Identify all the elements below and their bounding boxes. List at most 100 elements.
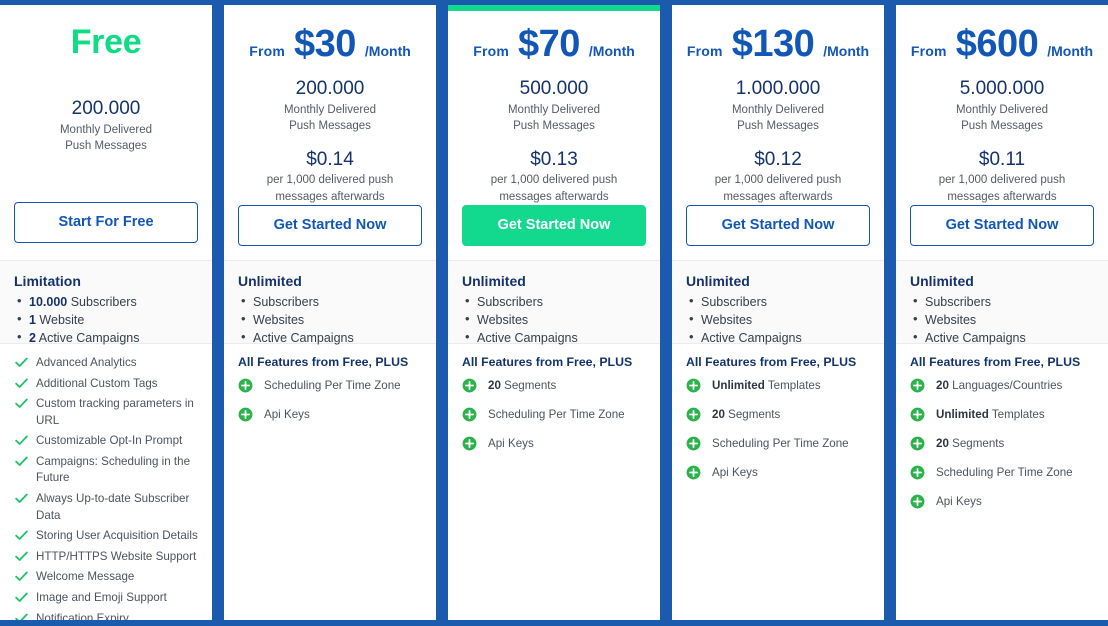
rate-caption-line1: per 1,000 delivered push <box>714 174 842 187</box>
feature-item: 20 Languages/Countries <box>910 378 1094 395</box>
feature-label: Storing User Acquisition Details <box>36 529 198 543</box>
feature-label: Always Up-to-date Subscriber Data <box>36 492 190 522</box>
feature-item: Notification Expiry <box>14 611 198 620</box>
price-period: /Month <box>1047 43 1094 59</box>
pricing-card-plan-30: From $30/Month 200.000 Monthly Delivered Pus… <box>224 5 436 620</box>
price-row: Free <box>14 11 198 83</box>
features-title: All Features from Free, PLUS <box>910 355 1081 369</box>
rate-amount: $0.13 <box>530 148 578 170</box>
limit-item: Active Campaigns <box>686 328 870 347</box>
feature-item: Advanced Analytics <box>14 355 198 372</box>
feature-item: Custom tracking parameters in URL <box>14 396 198 429</box>
feature-label: Image and Emoji Support <box>36 590 167 604</box>
features-list: 20 Languages/Countries Unlimited Template… <box>910 378 1094 511</box>
feature-label: Additional Custom Tags <box>36 376 158 390</box>
cta-holder: Start For Free <box>14 202 198 260</box>
price-from-label: From <box>249 43 286 59</box>
plus-circle-icon <box>686 378 701 393</box>
feature-item: 20 Segments <box>686 407 870 424</box>
quota-caption-line1: Monthly Delivered <box>731 103 825 116</box>
feature-label: 20 Segments <box>488 379 557 393</box>
feature-item: Scheduling Per Time Zone <box>910 465 1094 482</box>
card-header: Free 200.000 Monthly Delivered Push Message… <box>0 11 212 260</box>
price-row: From $70/Month <box>462 11 646 63</box>
pricing-card-plan-130: From $130/Month 1.000.000 Monthly Delivered… <box>672 5 884 620</box>
feature-label: Scheduling Per Time Zone <box>712 437 849 451</box>
feature-label: Api Keys <box>264 408 310 422</box>
limit-item: Active Campaigns <box>910 328 1094 347</box>
cta-button-plan-30[interactable]: Get Started Now <box>238 205 422 247</box>
features-section: All Features from Free, PLUS 20 Languages… <box>896 344 1108 620</box>
message-quota: 500.000 Monthly Delivered Push Messages <box>462 77 646 135</box>
feature-item: Api Keys <box>910 494 1094 511</box>
feature-label: 20 Segments <box>936 437 1005 451</box>
feature-item: Additional Custom Tags <box>14 376 198 393</box>
cta-button-plan-130[interactable]: Get Started Now <box>686 205 870 247</box>
cta-button-free[interactable]: Start For Free <box>14 202 198 243</box>
price-amount: $600 <box>955 23 1039 65</box>
feature-label: Scheduling Per Time Zone <box>488 408 625 422</box>
limits-title: Unlimited <box>238 273 302 289</box>
plus-circle-icon <box>910 407 925 422</box>
plus-circle-icon <box>686 407 701 422</box>
price-amount: $30 <box>294 23 356 65</box>
features-list: Scheduling Per Time Zone Api Keys <box>238 378 422 424</box>
rate-amount: $0.14 <box>306 148 354 170</box>
rate-caption-line1: per 1,000 delivered push <box>490 174 618 187</box>
quota-number: 200.000 <box>295 78 365 99</box>
cta-button-plan-600[interactable]: Get Started Now <box>910 205 1094 247</box>
pricing-card-free: Free 200.000 Monthly Delivered Push Message… <box>0 5 212 620</box>
check-icon <box>15 571 28 582</box>
cta-holder: Get Started Now <box>238 205 422 263</box>
feature-item: Customizable Opt-In Prompt <box>14 433 198 450</box>
limit-item: Active Campaigns <box>462 328 646 347</box>
limit-item: 2 Active Campaigns <box>14 328 198 347</box>
plus-circle-icon <box>910 378 925 393</box>
overage-rate: $0.13 per 1,000 delivered push messages af… <box>462 148 646 206</box>
feature-label: Unlimited Templates <box>936 408 1045 422</box>
plus-circle-icon <box>238 378 253 393</box>
message-quota: 200.000 Monthly Delivered Push Messages <box>14 97 198 155</box>
limit-item: 10.000 Subscribers <box>14 292 198 311</box>
features-list: Unlimited Templates 20 Segments Scheduling… <box>686 378 870 482</box>
cta-holder: Get Started Now <box>686 205 870 263</box>
plus-circle-icon <box>462 436 477 451</box>
check-icon <box>15 551 28 562</box>
rate-caption-line2: messages afterwards <box>275 190 385 203</box>
feature-item: Scheduling Per Time Zone <box>686 436 870 453</box>
limits-section: Unlimited SubscribersWebsitesActive Campa… <box>896 260 1108 347</box>
limit-item: Subscribers <box>910 292 1094 311</box>
limits-list: SubscribersWebsitesActive Campaigns <box>686 292 870 347</box>
limits-title: Unlimited <box>462 273 526 289</box>
cta-holder: Get Started Now <box>462 205 646 263</box>
price-amount: $130 <box>731 23 815 65</box>
plus-circle-icon <box>910 436 925 451</box>
feature-label: Api Keys <box>488 437 534 451</box>
check-icon <box>15 456 28 467</box>
limit-item: Websites <box>462 310 646 329</box>
quota-caption-line1: Monthly Delivered <box>59 123 153 136</box>
quota-caption-line2: Push Messages <box>65 140 147 153</box>
price-row: From $600/Month <box>910 11 1094 63</box>
plus-circle-icon <box>462 407 477 422</box>
price-row: From $30/Month <box>238 11 422 63</box>
plus-circle-icon <box>686 465 701 480</box>
check-icon <box>15 613 28 620</box>
features-section: All Features from Free, PLUS Scheduling P… <box>224 344 436 620</box>
feature-label: Custom tracking parameters in URL <box>36 397 194 427</box>
features-list: 20 Segments Scheduling Per Time Zone Api K… <box>462 378 646 453</box>
limits-list: SubscribersWebsitesActive Campaigns <box>462 292 646 347</box>
price-period: /Month <box>364 43 411 59</box>
feature-label: Advanced Analytics <box>36 356 137 369</box>
message-quota: 5.000.000 Monthly Delivered Push Messages <box>910 77 1094 135</box>
cta-button-plan-70[interactable]: Get Started Now <box>462 205 646 247</box>
feature-item: Unlimited Templates <box>686 378 870 395</box>
quota-number: 200.000 <box>71 98 141 119</box>
limits-list: 10.000 Subscribers1 Website2 Active Camp… <box>14 292 198 347</box>
quota-caption-line2: Push Messages <box>289 120 371 133</box>
check-icon <box>15 592 28 603</box>
overage-rate: $0.11 per 1,000 delivered push messages af… <box>910 148 1094 206</box>
price-from-label: From <box>686 43 723 59</box>
feature-label: Unlimited Templates <box>712 379 821 393</box>
plus-circle-icon <box>910 465 925 480</box>
